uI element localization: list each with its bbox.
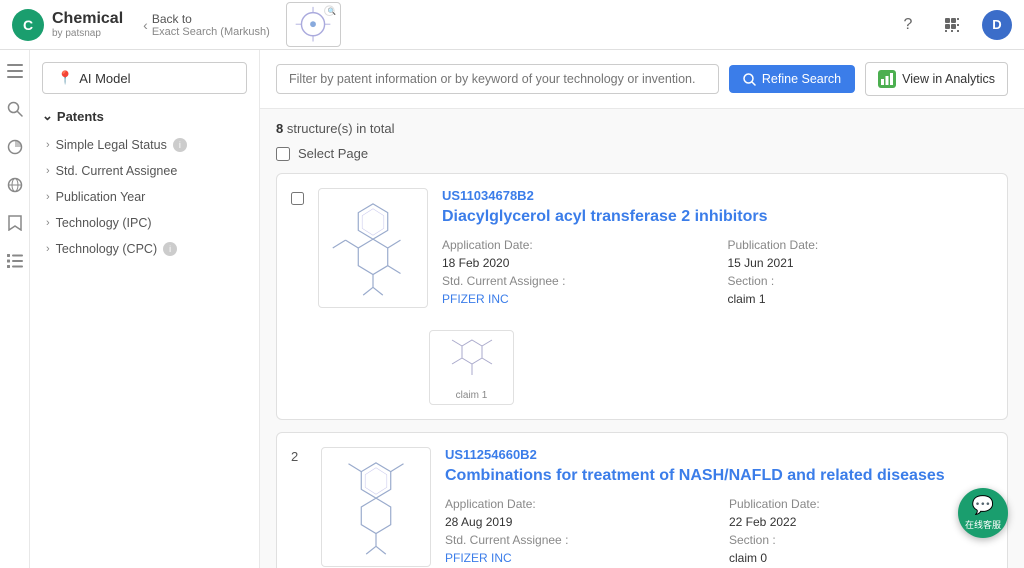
thumbnail-claim1[interactable]: claim 1 xyxy=(429,330,514,405)
chat-float-button[interactable]: 💬 在线客服 xyxy=(958,488,1008,538)
patent-checkbox-1[interactable] xyxy=(291,192,304,205)
ai-model-label: AI Model xyxy=(79,71,130,86)
patent-title-1[interactable]: Diacylglycerol acyl transferase 2 inhibi… xyxy=(442,207,993,228)
view-analytics-label: View in Analytics xyxy=(902,72,995,86)
assignee-2[interactable]: PFIZER INC xyxy=(445,551,709,565)
chevron-right-icon: › xyxy=(46,139,50,151)
help-button[interactable]: ? xyxy=(894,11,922,39)
main-layout: 📍 AI Model ⌄ Patents › Simple Legal Stat… xyxy=(0,50,1024,568)
user-avatar[interactable]: D xyxy=(982,10,1012,40)
filter-simple-legal-status[interactable]: › Simple Legal Status i xyxy=(42,132,247,158)
select-page-label[interactable]: Select Page xyxy=(298,146,368,161)
section-1: claim 1 xyxy=(728,292,994,306)
thumbnails-strip-1: claim 1 xyxy=(277,322,1007,419)
search-area: Refine Search View in Analytics xyxy=(260,50,1024,109)
filter-pub-year[interactable]: › Publication Year xyxy=(42,184,247,210)
filter-assignee[interactable]: › Std. Current Assignee xyxy=(42,158,247,184)
content-area: Refine Search View in Analytics 8 struct… xyxy=(260,50,1024,568)
search-input[interactable] xyxy=(276,64,719,94)
patents-header[interactable]: ⌄ Patents xyxy=(42,108,247,124)
select-page-checkbox[interactable] xyxy=(276,147,290,161)
bookmark-icon[interactable] xyxy=(4,212,26,234)
assignee-label-1: Std. Current Assignee : xyxy=(442,274,708,288)
menu-icon[interactable] xyxy=(4,60,26,82)
chevron-left-icon: ‹ xyxy=(143,17,148,33)
patent-id-1[interactable]: US11034678B2 xyxy=(442,188,993,203)
card-number-2: 2 xyxy=(291,447,307,464)
logo-icon: C xyxy=(12,9,44,41)
back-label: Back to xyxy=(152,12,270,26)
back-button[interactable]: ‹ Back to Exact Search (Markush) xyxy=(143,12,270,38)
chat-label: 在线客服 xyxy=(965,518,1001,531)
section-label-2: Section : xyxy=(729,533,993,547)
logo-area: C Chemical by patsnap xyxy=(12,9,123,41)
left-toolbar xyxy=(0,50,30,568)
section-2: claim 0 xyxy=(729,551,993,565)
patent-card-2: 2 xyxy=(276,432,1008,568)
chevron-right-icon: › xyxy=(46,217,50,229)
filter-label: Std. Current Assignee xyxy=(56,164,178,178)
grid-button[interactable] xyxy=(938,11,966,39)
chevron-right-icon: › xyxy=(46,165,50,177)
filter-label: Technology (IPC) xyxy=(56,216,152,230)
pub-date-1: 15 Jun 2021 xyxy=(728,256,994,270)
results-count: 8 structure(s) in total xyxy=(276,121,1008,136)
assignee-1[interactable]: PFIZER INC xyxy=(442,292,708,306)
count-suffix: structure(s) in total xyxy=(287,121,395,136)
sidebar: 📍 AI Model ⌄ Patents › Simple Legal Stat… xyxy=(30,50,260,568)
view-analytics-button[interactable]: View in Analytics xyxy=(865,62,1008,96)
assignee-label-2: Std. Current Assignee : xyxy=(445,533,709,547)
filter-technology-cpc[interactable]: › Technology (CPC) i xyxy=(42,236,247,262)
app-name: Chemical xyxy=(52,9,123,28)
refine-search-button[interactable]: Refine Search xyxy=(729,65,855,93)
patent-meta-1: Application Date: Publication Date: 18 F… xyxy=(442,238,993,306)
filter-technology-ipc[interactable]: › Technology (IPC) xyxy=(42,210,247,236)
list-icon[interactable] xyxy=(4,250,26,272)
info-icon: i xyxy=(163,242,177,256)
app-header: C Chemical by patsnap ‹ Back to Exact Se… xyxy=(0,0,1024,50)
patents-label: Patents xyxy=(57,109,104,124)
patent-card-1: US11034678B2 Diacylglycerol acyl transfe… xyxy=(276,173,1008,420)
results-area: 8 structure(s) in total Select Page xyxy=(260,109,1024,568)
back-sub: Exact Search (Markush) xyxy=(152,26,270,38)
pub-date-label-2: Publication Date: xyxy=(729,497,993,511)
app-date-2: 28 Aug 2019 xyxy=(445,515,709,529)
refine-search-label: Refine Search xyxy=(762,72,841,86)
app-date-label-1: Application Date: xyxy=(442,238,708,252)
thumb-label: claim 1 xyxy=(456,390,488,401)
patents-section: ⌄ Patents › Simple Legal Status i › Std.… xyxy=(42,108,247,262)
search-icon[interactable] xyxy=(4,98,26,120)
patent-id-2[interactable]: US11254660B2 xyxy=(445,447,993,462)
molecule-image-2 xyxy=(321,447,431,567)
app-date-label-2: Application Date: xyxy=(445,497,709,511)
chart-icon[interactable] xyxy=(4,136,26,158)
section-label-1: Section : xyxy=(728,274,994,288)
filter-label: Publication Year xyxy=(56,190,146,204)
select-page-row: Select Page xyxy=(276,146,1008,161)
pub-date-2: 22 Feb 2022 xyxy=(729,515,993,529)
app-date-1: 18 Feb 2020 xyxy=(442,256,708,270)
ai-model-button[interactable]: 📍 AI Model xyxy=(42,62,247,94)
filter-label: Simple Legal Status xyxy=(56,138,167,152)
patent-meta-2: Application Date: Publication Date: 28 A… xyxy=(445,497,993,565)
analytics-icon xyxy=(878,70,896,88)
chevron-right-icon: › xyxy=(46,243,50,255)
header-right: ? D xyxy=(894,10,1012,40)
count: 8 xyxy=(276,121,283,136)
chat-icon: 💬 xyxy=(972,495,994,516)
patent-title-2[interactable]: Combinations for treatment of NASH/NAFLD… xyxy=(445,466,993,487)
chevron-right-icon: › xyxy=(46,191,50,203)
pub-date-label-1: Publication Date: xyxy=(728,238,994,252)
filter-label: Technology (CPC) xyxy=(56,242,157,256)
molecule-image-1 xyxy=(318,188,428,308)
info-icon: i xyxy=(173,138,187,152)
svg-text:🔍: 🔍 xyxy=(327,6,336,15)
molecule-preview[interactable]: 🔍 xyxy=(286,2,341,47)
pin-icon: 📍 xyxy=(57,70,73,86)
app-sub: by patsnap xyxy=(52,28,123,40)
collapse-icon: ⌄ xyxy=(42,108,53,124)
globe-icon[interactable] xyxy=(4,174,26,196)
